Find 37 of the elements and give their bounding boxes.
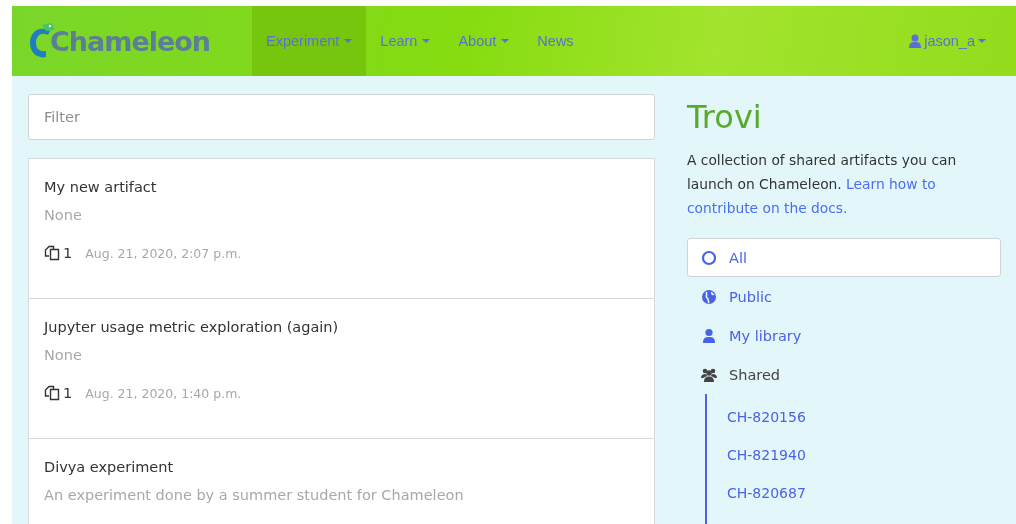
filter-option[interactable]: My library — [687, 316, 1001, 355]
artifact-card[interactable]: My new artifact None 1 Aug. 21, 2020, 2:07 p.m. — [29, 159, 654, 299]
filter-field[interactable]: Filter — [28, 94, 655, 140]
docs-link[interactable]: contribute on the docs. — [687, 200, 848, 216]
nav-menu-item[interactable]: About — [444, 6, 524, 76]
circle-icon — [701, 249, 717, 266]
artifact-description: None — [44, 207, 83, 223]
copy-icon — [44, 245, 60, 261]
logo-text[interactable]: Chameleon — [50, 25, 211, 57]
artifact-title: Divya experiment — [44, 459, 175, 475]
artifact-description: None — [44, 347, 83, 363]
filter-option[interactable]: Shared — [687, 355, 1001, 394]
project-link[interactable]: CH-820156 — [727, 398, 806, 436]
artifact-date: Aug. 21, 2020, 1:40 p.m. — [85, 385, 242, 401]
user-icon — [909, 34, 922, 48]
user-icon — [701, 327, 717, 344]
page-title: Trovi — [687, 97, 763, 138]
artifact-title: Jupyter usage metric exploration (again) — [44, 319, 340, 335]
artifact-card[interactable]: Divya experiment An experiment done by a summer student for Chameleon — [29, 439, 654, 524]
copy-icon — [44, 385, 60, 401]
artifact-date: Aug. 21, 2020, 2:07 p.m. — [85, 245, 242, 261]
users-icon — [701, 366, 717, 383]
artifact-card[interactable]: Jupyter usage metric exploration (again) None 1 Aug. 21, 2020, 1:40 p.m. — [29, 299, 654, 439]
filter-option[interactable]: Public — [687, 277, 1001, 316]
intro-text: A collection of shared artifacts you can launch on Chameleon. Learn how to contribute on the docs. — [687, 151, 958, 218]
user-menu[interactable]: jason_a — [895, 6, 1000, 76]
artifact-description: An experiment done by a summer student for Chameleon — [44, 487, 465, 503]
artifact-title: My new artifact — [44, 179, 158, 195]
globe-icon — [701, 288, 717, 305]
version-count: 1 — [63, 385, 73, 401]
project-link[interactable]: CH-820687 — [727, 474, 806, 512]
docs-link[interactable]: Learn how to — [846, 176, 936, 192]
filter-option[interactable]: All — [687, 238, 1001, 277]
project-link[interactable]: CH-821940 — [727, 436, 806, 474]
nav-menu-item[interactable]: Learn — [366, 6, 445, 76]
version-count: 1 — [63, 245, 73, 261]
nav-menu-item[interactable]: News — [523, 6, 588, 76]
